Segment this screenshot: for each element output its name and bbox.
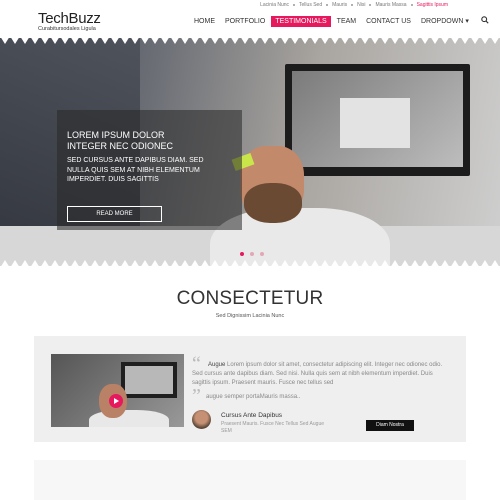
hero-description: SED CURSUS ANTE DAPIBUS DIAM. SED NULLA … xyxy=(67,157,204,183)
top-link-label: Tellus Sed xyxy=(299,2,323,8)
top-link-label: Mauris xyxy=(332,2,348,8)
thumb-screen xyxy=(125,366,173,394)
avatar xyxy=(192,410,211,429)
testimonial-lead: Augue xyxy=(208,362,226,368)
next-card xyxy=(34,460,466,500)
hero-title: LOREM IPSUM DOLOR INTEGER NEC ODIONEC xyxy=(67,130,174,151)
slider-dot-3[interactable] xyxy=(260,252,264,256)
diam-nostra-button[interactable]: Diam Nostra xyxy=(366,420,414,431)
author-role: Praesent Mauris. Fusce Nec Tellus Sed Au… xyxy=(221,421,325,434)
read-more-button[interactable]: READ MORE xyxy=(67,206,162,222)
top-link-label: Mauris Massa xyxy=(375,2,407,8)
site-logo[interactable]: TechBuzz xyxy=(38,10,101,27)
site-tagline: Curabitursodales Ligula xyxy=(38,26,96,32)
top-link-label: Nisi xyxy=(357,2,366,8)
hero-screen-window xyxy=(340,98,410,148)
top-links: Lacinia Nunc Tellus Sed Mauris Nisi Maur… xyxy=(260,2,448,8)
separator-dot xyxy=(351,4,354,6)
nav-dropdown[interactable]: DROPDOWN ▾ xyxy=(417,15,473,27)
testimonial-tail: augue semper portaMauris massa.. xyxy=(206,394,301,400)
top-link-4[interactable]: Nisi xyxy=(357,2,372,8)
quote-close-icon: ” xyxy=(192,385,201,407)
top-link-6[interactable]: Sagittis Ipsum xyxy=(417,2,448,8)
testimonial-text: Augue Lorem ipsum dolor sit amet, consec… xyxy=(192,361,450,388)
separator-dot xyxy=(369,4,372,6)
top-link-3[interactable]: Mauris xyxy=(332,2,354,8)
testimonial-video-thumbnail[interactable] xyxy=(51,354,184,427)
nav-home[interactable]: HOME xyxy=(190,16,219,27)
search-icon[interactable] xyxy=(481,16,489,26)
separator-dot xyxy=(326,4,329,6)
top-link-1[interactable]: Lacinia Nunc xyxy=(260,2,296,8)
slider-dots xyxy=(240,252,264,256)
hero-person-beard xyxy=(244,183,302,223)
play-icon[interactable] xyxy=(109,394,123,408)
section-title: CONSECTETUR xyxy=(176,288,324,309)
nav-testimonials[interactable]: TESTIMONIALS xyxy=(271,15,331,27)
top-link-label: Lacinia Nunc xyxy=(260,2,290,8)
testimonial-body: Lorem ipsum dolor sit amet, consectetur … xyxy=(192,362,443,386)
zigzag-divider-top xyxy=(0,36,500,44)
separator-dot xyxy=(293,4,296,6)
nav-portfolio[interactable]: PORTFOLIO xyxy=(221,16,269,27)
slider-dot-2[interactable] xyxy=(250,252,254,256)
section-subtitle: Sed Dignissim Lacinia Nunc xyxy=(215,313,285,319)
main-nav: HOME PORTFOLIO TESTIMONIALS TEAM CONTACT… xyxy=(190,15,489,27)
top-link-2[interactable]: Tellus Sed xyxy=(299,2,329,8)
slider-dot-1[interactable] xyxy=(240,252,244,256)
author-name: Cursus Ante Dapibus xyxy=(221,412,283,419)
nav-contact-us[interactable]: CONTACT US xyxy=(362,16,415,27)
nav-dropdown-label: DROPDOWN xyxy=(420,18,464,25)
top-link-5[interactable]: Mauris Massa xyxy=(375,2,413,8)
separator-dot xyxy=(410,4,413,6)
nav-team[interactable]: TEAM xyxy=(333,16,360,27)
chevron-down-icon: ▾ xyxy=(465,18,469,25)
top-link-label: Sagittis Ipsum xyxy=(416,2,448,8)
